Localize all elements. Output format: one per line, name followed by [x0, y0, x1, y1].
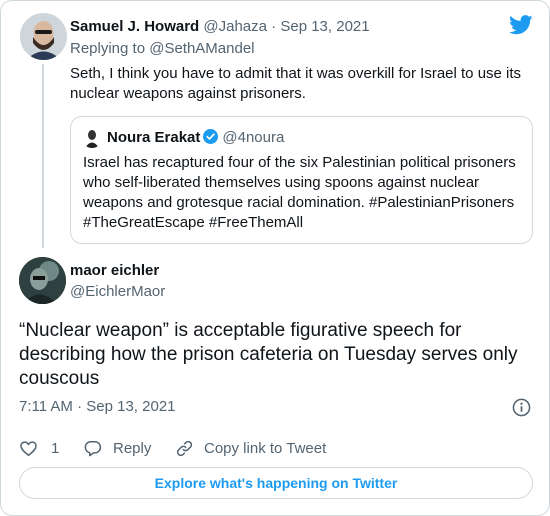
main-tweet-text: “Nuclear weapon” is acceptable figurativ…: [19, 320, 518, 389]
twitter-logo-icon[interactable]: [509, 15, 533, 35]
thread-line: [42, 64, 44, 248]
reply-author-name[interactable]: Samuel J. Howard: [70, 18, 199, 35]
explore-twitter-button[interactable]: Explore what's happening on Twitter: [19, 467, 533, 499]
avatar-samuel-howard[interactable]: [20, 13, 67, 60]
replying-prefix: Replying to: [70, 40, 146, 57]
reply-button[interactable]: Reply: [83, 439, 151, 458]
tweet-timestamp[interactable]: 7:11 AM · Sep 13, 2021: [19, 398, 176, 415]
tweet-time: 7:11 AM: [19, 398, 73, 415]
heart-icon: [20, 441, 37, 456]
verified-badge-icon: [203, 129, 219, 144]
reply-author-handle[interactable]: @Jahaza: [203, 18, 267, 35]
reply-separator: ·: [271, 18, 277, 35]
replying-to: Replying to @SethAMandel: [70, 40, 255, 57]
reply-icon: [84, 441, 102, 457]
main-author-handle[interactable]: @EichlerMaor: [70, 283, 165, 300]
tweet-embed-card: Samuel J. Howard @Jahaza · Sep 13, 2021 …: [0, 0, 550, 516]
like-button[interactable]: 1: [19, 439, 59, 458]
info-icon[interactable]: [512, 398, 531, 417]
quoted-tweet-text: Israel has recaptured four of the six Pa…: [83, 154, 516, 231]
link-icon: [176, 440, 193, 457]
avatar-maor-eichler[interactable]: [19, 257, 66, 304]
tweet-date: Sep 13, 2021: [86, 398, 176, 415]
quoted-tweet-header: Noura Erakat @4noura: [107, 129, 284, 146]
main-author-name[interactable]: maor eichler: [70, 262, 159, 279]
reply-tweet-header: Samuel J. Howard @Jahaza · Sep 13, 2021: [70, 18, 370, 35]
replying-to-handle[interactable]: @SethAMandel: [149, 40, 254, 57]
reply-date[interactable]: Sep 13, 2021: [280, 18, 369, 35]
avatar-noura-erakat: [82, 128, 102, 148]
timestamp-separator: ·: [77, 398, 83, 415]
copy-link-button[interactable]: Copy link to Tweet: [175, 439, 326, 458]
quoted-author-handle: @4noura: [222, 129, 285, 146]
copy-link-label: Copy link to Tweet: [204, 440, 327, 457]
like-count: 1: [51, 440, 60, 457]
quoted-tweet[interactable]: Noura Erakat @4noura Israel has recapture…: [70, 116, 533, 244]
reply-tweet-text: Seth, I think you have to admit that it …: [70, 65, 522, 102]
quoted-author-name: Noura Erakat: [107, 129, 201, 146]
reply-label: Reply: [113, 440, 152, 457]
